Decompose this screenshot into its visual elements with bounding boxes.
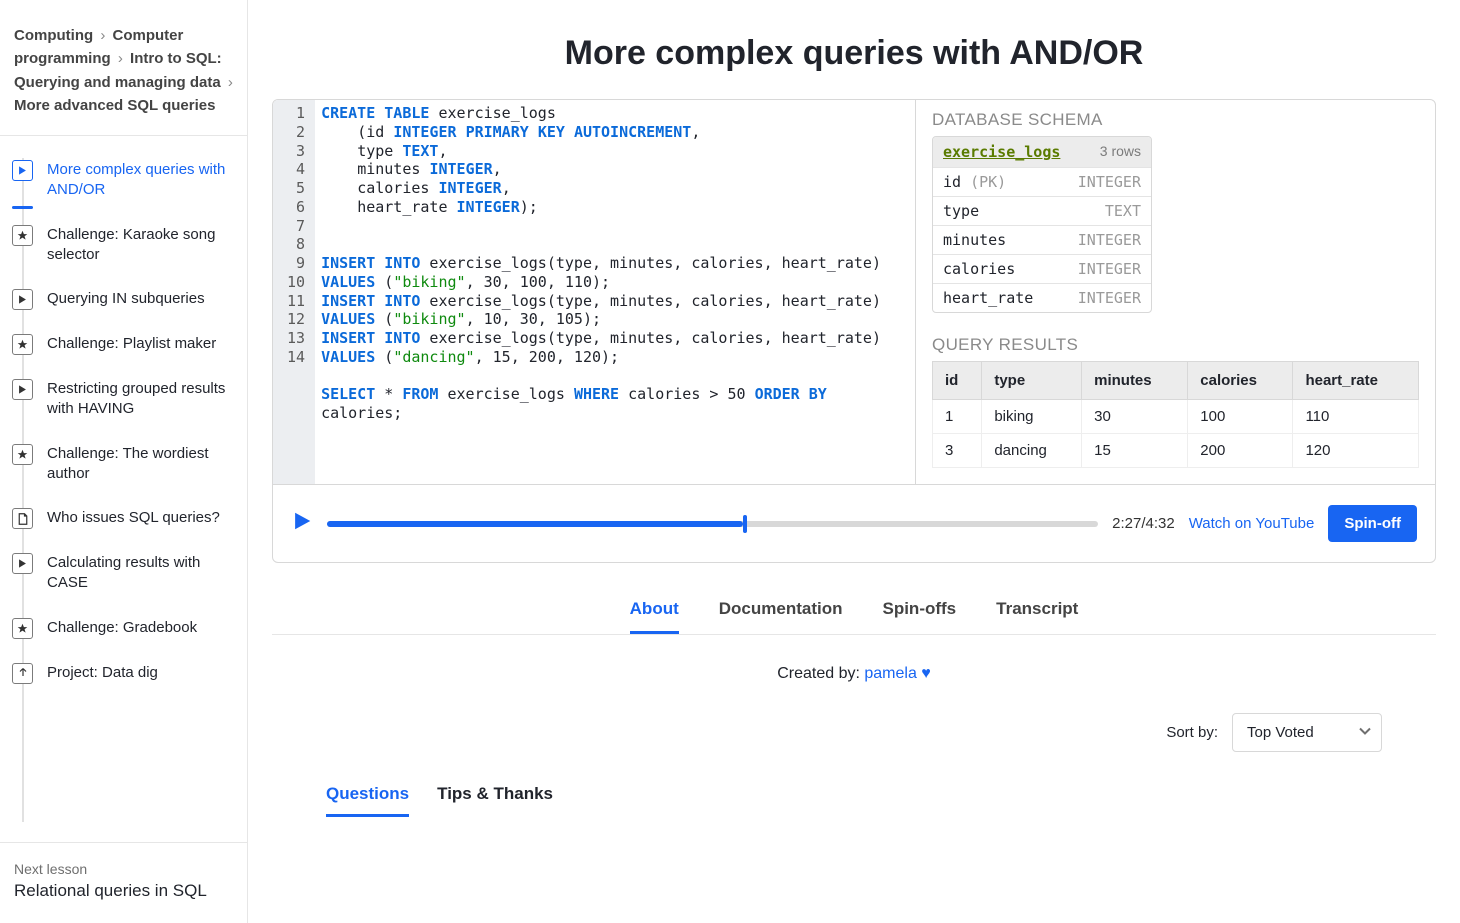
results-header: id — [933, 362, 982, 400]
breadcrumb-item[interactable]: Computing — [14, 27, 93, 44]
lesson-list: More complex queries with AND/OR Challen… — [0, 136, 247, 842]
schema-column: heart_rate INTEGER — [933, 283, 1151, 312]
progress-knob[interactable] — [743, 515, 747, 533]
star-icon — [12, 444, 33, 465]
next-lesson-value: Relational queries in SQL — [14, 881, 233, 901]
sidebar-item-label: Querying IN subqueries — [47, 289, 205, 309]
results-table: idtypeminutescaloriesheart_rate 1biking3… — [932, 361, 1419, 468]
sort-value: Top Voted — [1247, 724, 1314, 741]
sidebar-item-label: Challenge: Playlist maker — [47, 334, 216, 354]
star-icon — [12, 225, 33, 246]
subtab-tips-thanks[interactable]: Tips & Thanks — [437, 784, 553, 817]
line-gutter: 1234567891011121314 — [273, 100, 315, 484]
results-header: minutes — [1082, 362, 1188, 400]
tab-about[interactable]: About — [630, 599, 679, 634]
sidebar-item[interactable]: Querying IN subqueries — [0, 277, 247, 322]
schema-row-count: 3 rows — [1100, 143, 1141, 161]
sidebar-item[interactable]: Challenge: Karaoke song selector — [0, 213, 247, 278]
schema-column: id (PK) INTEGER — [933, 167, 1151, 196]
sort-select[interactable]: Top Voted — [1232, 713, 1382, 752]
tab-spin-offs[interactable]: Spin-offs — [882, 599, 956, 634]
subtab-bar: Questions Tips & Thanks — [326, 784, 1436, 817]
schema-column: calories INTEGER — [933, 254, 1151, 283]
schema-results-pane: DATABASE SCHEMA exercise_logs 3 rows id … — [915, 100, 1435, 484]
tab-bar: About Documentation Spin-offs Transcript — [272, 599, 1436, 635]
created-by-prefix: Created by: — [777, 665, 864, 682]
breadcrumb-item[interactable]: More advanced SQL queries — [14, 97, 215, 114]
play-icon[interactable] — [291, 510, 313, 537]
sidebar-item[interactable]: Challenge: Playlist maker — [0, 322, 247, 367]
playbar: 2:27/4:32 Watch on YouTube Spin-off — [273, 484, 1435, 562]
code-panel: 1234567891011121314 CREATE TABLE exercis… — [272, 99, 1436, 563]
tab-transcript[interactable]: Transcript — [996, 599, 1078, 634]
sidebar-item[interactable]: Restricting grouped results with HAVING — [0, 367, 247, 432]
author-link[interactable]: pamela — [864, 665, 916, 682]
created-by: Created by: pamela ♥ — [272, 665, 1436, 683]
breadcrumb: Computing › Computer programming › Intro… — [0, 0, 247, 136]
next-lesson[interactable]: Next lesson Relational queries in SQL — [0, 842, 247, 923]
main: More complex queries with AND/OR 1234567… — [248, 0, 1460, 923]
sidebar-item-label: Challenge: Karaoke song selector — [47, 225, 233, 266]
results-header: heart_rate — [1293, 362, 1419, 400]
query-results-title: QUERY RESULTS — [932, 335, 1419, 355]
sidebar-item-label: Restricting grouped results with HAVING — [47, 379, 233, 420]
progress-track[interactable] — [327, 521, 1098, 527]
page-title: More complex queries with AND/OR — [272, 0, 1436, 99]
sidebar-item[interactable]: Challenge: Gradebook — [0, 606, 247, 651]
sidebar-item-label: More complex queries with AND/OR — [47, 160, 233, 201]
table-row: 3dancing15200120 — [933, 434, 1419, 468]
sidebar-item[interactable]: Who issues SQL queries? — [0, 496, 247, 541]
youtube-link[interactable]: Watch on YouTube — [1189, 515, 1315, 532]
table-row: 1biking30100110 — [933, 400, 1419, 434]
play-icon — [12, 289, 33, 310]
sidebar-item-label: Challenge: Gradebook — [47, 618, 197, 638]
progress-filled — [327, 521, 743, 527]
sidebar-item[interactable]: Project: Data dig — [0, 651, 247, 696]
star-icon — [12, 618, 33, 639]
sidebar: Computing › Computer programming › Intro… — [0, 0, 248, 923]
sidebar-item[interactable]: Challenge: The wordiest author — [0, 432, 247, 497]
play-icon — [12, 379, 33, 400]
subtab-questions[interactable]: Questions — [326, 784, 409, 817]
code-editor[interactable]: 1234567891011121314 CREATE TABLE exercis… — [273, 100, 915, 484]
sort-row: Sort by: Top Voted — [272, 713, 1382, 752]
sidebar-item[interactable]: Calculating results with CASE — [0, 541, 247, 606]
play-icon — [12, 553, 33, 574]
play-time: 2:27/4:32 — [1112, 515, 1175, 532]
sidebar-item-label: Calculating results with CASE — [47, 553, 233, 594]
schema-column: minutes INTEGER — [933, 225, 1151, 254]
sort-label: Sort by: — [1166, 724, 1218, 741]
next-lesson-label: Next lesson — [14, 861, 233, 877]
heart-icon[interactable]: ♥ — [921, 665, 931, 682]
tab-documentation[interactable]: Documentation — [719, 599, 843, 634]
results-header: calories — [1188, 362, 1293, 400]
arrow-icon — [12, 663, 33, 684]
sidebar-item-label: Project: Data dig — [47, 663, 158, 683]
sidebar-item-label: Who issues SQL queries? — [47, 508, 220, 528]
code-area[interactable]: CREATE TABLE exercise_logs (id INTEGER P… — [315, 100, 915, 484]
schema-table-name[interactable]: exercise_logs — [943, 143, 1060, 161]
chevron-down-icon — [1359, 724, 1371, 741]
spinoff-button[interactable]: Spin-off — [1328, 505, 1417, 542]
sidebar-item[interactable]: More complex queries with AND/OR — [0, 148, 247, 213]
doc-icon — [12, 508, 33, 529]
schema-table: exercise_logs 3 rows id (PK) INTEGER typ… — [932, 136, 1152, 313]
schema-title: DATABASE SCHEMA — [932, 110, 1419, 130]
star-icon — [12, 334, 33, 355]
sidebar-item-label: Challenge: The wordiest author — [47, 444, 233, 485]
schema-column: type TEXT — [933, 196, 1151, 225]
results-header: type — [982, 362, 1082, 400]
play-icon — [12, 160, 33, 181]
